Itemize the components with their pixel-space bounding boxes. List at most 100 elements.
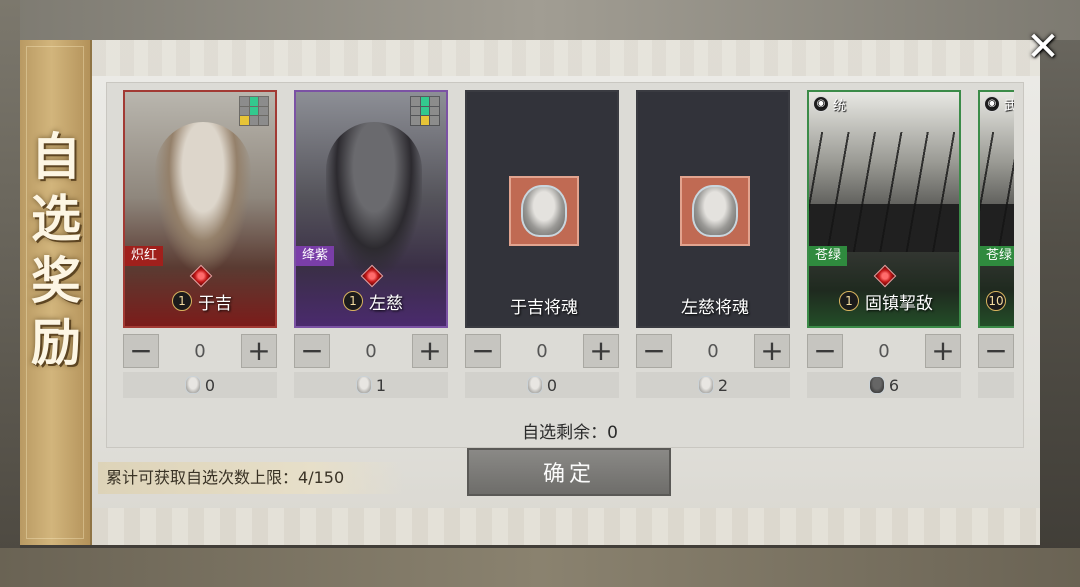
hero-portrait-icon [326, 122, 422, 272]
reward-card-list[interactable]: 炽红 1 于吉 − 0 + 0 绛紫 1 左慈 − 0 + 1 于吉将魂 − 0… [120, 88, 1014, 404]
owned-count-row: 0 [465, 372, 619, 398]
hero-soul-icon [680, 176, 750, 246]
tactic-scroll-icon [868, 376, 885, 394]
level-badge: 1 [172, 291, 192, 311]
reward-item: 于吉将魂 − 0 + 0 [462, 88, 620, 404]
pick-limit-label: 累计可获取自选次数上限： [106, 468, 299, 487]
card-name-row: 于吉将魂 [467, 292, 617, 318]
increase-button[interactable]: + [241, 334, 277, 368]
pick-limit-value: 4/150 [298, 468, 345, 487]
quantity-stepper: − 0 + [807, 334, 961, 368]
owned-count-row: 2 [636, 372, 790, 398]
increase-button[interactable]: + [583, 334, 619, 368]
card-name-row: 左慈将魂 [638, 292, 788, 318]
soul-icon [697, 376, 714, 394]
card-name: 固镇挈敌 [865, 293, 933, 314]
remaining-value: 0 [607, 423, 618, 443]
remaining-label: 自选剩余： [522, 423, 608, 443]
quantity-value: 0 [194, 340, 206, 362]
owned-count: 6 [888, 375, 900, 395]
level-badge: 10 [986, 291, 1006, 311]
decrease-button[interactable]: − [465, 334, 501, 368]
tactic-card-guzhen[interactable]: ◉ 统 苍绿 1 固镇挈敌 [807, 90, 961, 328]
quantity-stepper: − [978, 334, 1014, 368]
rarity-tag: 绛紫 [296, 246, 335, 266]
hero-card-zuoci[interactable]: 绛紫 1 左慈 [294, 90, 448, 328]
card-name-row: 1 左慈 [296, 288, 446, 314]
hero-card-yuji[interactable]: 炽红 1 于吉 [123, 90, 277, 328]
owned-count-row: 1 [294, 372, 448, 398]
owned-count-row: 6 [807, 372, 961, 398]
owned-count: 2 [717, 375, 729, 395]
owned-count: 0 [204, 375, 216, 395]
quantity-stepper: − 0 + [636, 334, 790, 368]
reward-item: ◉ 统 苍绿 1 固镇挈敌 − 0 + 6 [804, 88, 962, 404]
quantity-stepper: − 0 + [465, 334, 619, 368]
soul-card-zuoci[interactable]: 左慈将魂 [636, 90, 790, 328]
reward-item: ◉ 武 苍绿 10 − [975, 88, 1014, 404]
quantity-value: 0 [536, 340, 548, 362]
quantity-value: 0 [707, 340, 719, 362]
card-name-row: 1 于吉 [125, 288, 275, 314]
formation-grid-icon [239, 96, 269, 126]
confirm-button[interactable]: 确定 [467, 448, 671, 496]
panel-bottom-pattern [92, 508, 1040, 545]
card-name: 于吉将魂 [510, 297, 578, 318]
soul-icon [526, 376, 543, 394]
close-button[interactable]: ✕ [1020, 24, 1066, 70]
increase-button[interactable]: + [925, 334, 961, 368]
pick-limit: 累计可获取自选次数上限：4/150 [98, 462, 404, 494]
soul-icon [355, 376, 372, 394]
card-name: 左慈 [369, 293, 403, 314]
quantity-value: 0 [878, 340, 890, 362]
gem-icon [873, 264, 897, 288]
card-name-row: 10 [980, 288, 1014, 314]
decrease-button[interactable]: − [123, 334, 159, 368]
remaining-picks: 自选剩余：0 [500, 418, 640, 443]
soul-icon [184, 376, 201, 394]
title-banner: 自 选 奖 励 [20, 40, 92, 545]
tactic-type-icon: ◉ [813, 96, 829, 112]
background-scene-top [0, 0, 1080, 40]
card-name-row: 1 固镇挈敌 [809, 288, 959, 314]
decrease-button[interactable]: − [978, 334, 1014, 368]
tactic-art [809, 132, 959, 252]
background-scene-left [0, 0, 20, 587]
rarity-tag: 苍绿 [980, 246, 1014, 266]
increase-button[interactable]: + [754, 334, 790, 368]
rarity-tag: 炽红 [125, 246, 164, 266]
level-badge: 1 [839, 291, 859, 311]
owned-count-row [978, 372, 1014, 398]
tactic-type-badge: ◉ 统 [813, 94, 846, 114]
rarity-tag: 苍绿 [809, 246, 848, 266]
card-name: 左慈将魂 [681, 297, 749, 318]
tactic-type-badge: ◉ 武 [984, 94, 1014, 114]
tactic-type-label: 武 [1004, 95, 1014, 114]
reward-item: 绛紫 1 左慈 − 0 + 1 [291, 88, 449, 404]
owned-count: 0 [546, 375, 558, 395]
panel-top-pattern [92, 40, 1040, 76]
dialog-title: 自 选 奖 励 [31, 127, 81, 372]
decrease-button[interactable]: − [294, 334, 330, 368]
owned-count-row: 0 [123, 372, 277, 398]
tactic-card-partial[interactable]: ◉ 武 苍绿 10 [978, 90, 1014, 328]
decrease-button[interactable]: − [807, 334, 843, 368]
hero-portrait-icon [155, 122, 251, 272]
soul-card-yuji[interactable]: 于吉将魂 [465, 90, 619, 328]
increase-button[interactable]: + [412, 334, 448, 368]
reward-item: 炽红 1 于吉 − 0 + 0 [120, 88, 278, 404]
card-name: 于吉 [198, 293, 232, 314]
quantity-stepper: − 0 + [294, 334, 448, 368]
tactic-art [980, 132, 1014, 252]
tactic-type-icon: ◉ [984, 96, 1000, 112]
hero-soul-icon [509, 176, 579, 246]
reward-item: 左慈将魂 − 0 + 2 [633, 88, 791, 404]
level-badge: 1 [343, 291, 363, 311]
quantity-value: 0 [365, 340, 377, 362]
quantity-stepper: − 0 + [123, 334, 277, 368]
formation-grid-icon [410, 96, 440, 126]
background-scene-bottom [0, 548, 1080, 587]
owned-count: 1 [375, 375, 387, 395]
decrease-button[interactable]: − [636, 334, 672, 368]
tactic-type-label: 统 [833, 98, 847, 114]
